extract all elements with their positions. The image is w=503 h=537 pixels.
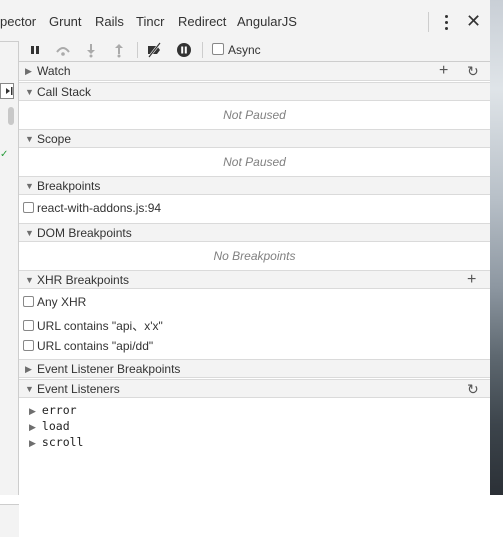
dom-breakpoints-section-header[interactable]: ▼ DOM Breakpoints xyxy=(19,223,490,242)
tab-redirect[interactable]: Redirect xyxy=(178,14,226,29)
breakpoint-location: react-with-addons.js:94 xyxy=(37,201,162,215)
step-over-icon[interactable] xyxy=(55,42,71,58)
call-stack-empty-message: Not Paused xyxy=(223,108,286,122)
scrollbar-thumb[interactable] xyxy=(8,107,14,125)
event-listener-item[interactable]: ▶ error xyxy=(29,403,77,417)
collapse-triangle-icon: ▼ xyxy=(25,134,34,144)
tab-rails[interactable]: Rails xyxy=(95,14,124,29)
collapse-triangle-icon: ▼ xyxy=(25,275,34,285)
scope-empty-message: Not Paused xyxy=(223,155,286,169)
checkmark-icon: ✓ xyxy=(0,149,9,160)
tab-tincr[interactable]: Tincr xyxy=(136,14,164,29)
event-listener-name: error xyxy=(41,403,77,417)
tab-grunt[interactable]: Grunt xyxy=(49,14,82,29)
section-title: Call Stack xyxy=(37,85,92,99)
section-title: Scope xyxy=(37,132,72,146)
tab-inspector[interactable]: pector xyxy=(0,14,36,29)
dom-breakpoints-empty-message: No Breakpoints xyxy=(213,249,296,263)
debugger-toolbar: Async xyxy=(19,38,490,62)
expand-triangle-icon: ▶ xyxy=(25,364,32,374)
section-title: XHR Breakpoints xyxy=(37,273,130,287)
section-title: Event Listeners xyxy=(37,382,120,396)
gutter-footer xyxy=(0,504,19,537)
section-title: DOM Breakpoints xyxy=(37,226,132,240)
devtools-window: pector Grunt Rails Tincr Redirect Angula… xyxy=(0,0,490,537)
xhr-breakpoint-checkbox[interactable] xyxy=(23,320,34,331)
sources-sidebar-edge: ✓ xyxy=(0,42,19,537)
event-listener-name: scroll xyxy=(41,435,84,449)
xhr-breakpoint-label: Any XHR xyxy=(37,295,87,309)
event-listener-item[interactable]: ▶ scroll xyxy=(29,435,83,449)
step-out-icon[interactable] xyxy=(111,42,127,58)
collapse-triangle-icon: ▼ xyxy=(25,384,34,394)
xhr-breakpoint-item[interactable]: URL contains "api、x'x" xyxy=(23,317,163,334)
watch-section-header[interactable]: ▶ Watch + ↻ xyxy=(19,62,490,81)
call-stack-section-header[interactable]: ▼ Call Stack xyxy=(19,82,490,101)
expand-triangle-icon: ▶ xyxy=(29,438,36,448)
step-into-icon[interactable] xyxy=(83,42,99,58)
tab-angularjs[interactable]: AngularJS xyxy=(237,14,297,29)
toggle-navigator-icon[interactable] xyxy=(0,83,14,99)
section-title: Breakpoints xyxy=(37,179,101,193)
xhr-breakpoint-item[interactable]: Any XHR xyxy=(23,295,86,309)
event-listeners-section-header[interactable]: ▼ Event Listeners ↻ xyxy=(19,379,490,398)
expand-triangle-icon: ▶ xyxy=(25,66,32,76)
async-label: Async xyxy=(228,43,261,57)
scope-section-header[interactable]: ▼ Scope xyxy=(19,129,490,148)
more-options-icon[interactable] xyxy=(440,12,454,32)
pause-icon[interactable] xyxy=(27,42,43,58)
section-title: Event Listener Breakpoints xyxy=(37,362,181,376)
refresh-icon[interactable]: ↻ xyxy=(467,62,479,80)
event-listener-name: load xyxy=(41,419,70,433)
xhr-breakpoint-checkbox[interactable] xyxy=(23,340,34,351)
expand-triangle-icon: ▶ xyxy=(29,422,36,432)
xhr-breakpoint-label: URL contains "api/dd" xyxy=(37,339,154,353)
collapse-triangle-icon: ▼ xyxy=(25,87,34,97)
section-title: Watch xyxy=(37,64,71,78)
add-watch-icon[interactable]: + xyxy=(439,62,448,80)
xhr-breakpoint-item[interactable]: URL contains "api/dd" xyxy=(23,339,153,353)
deactivate-breakpoints-icon[interactable] xyxy=(146,42,162,58)
close-icon[interactable]: ✕ xyxy=(466,11,481,31)
panel-tab-bar: pector Grunt Rails Tincr Redirect Angula… xyxy=(0,0,490,42)
refresh-icon[interactable]: ↻ xyxy=(467,380,479,398)
tab-bar-divider xyxy=(428,12,429,32)
add-xhr-breakpoint-icon[interactable]: + xyxy=(467,271,476,289)
expand-triangle-icon: ▶ xyxy=(29,406,36,416)
event-listener-breakpoints-section-header[interactable]: ▶ Event Listener Breakpoints xyxy=(19,359,490,378)
collapse-triangle-icon: ▼ xyxy=(25,228,34,238)
toolbar-divider xyxy=(137,42,138,58)
xhr-breakpoint-label: URL contains "api、x'x" xyxy=(37,319,163,333)
desktop-wallpaper xyxy=(490,0,503,495)
breakpoint-checkbox[interactable] xyxy=(23,202,34,213)
event-listener-item[interactable]: ▶ load xyxy=(29,419,70,433)
toolbar-divider xyxy=(202,42,203,58)
breakpoint-item[interactable]: react-with-addons.js:94 xyxy=(23,201,161,215)
xhr-breakpoints-section-header[interactable]: ▼ XHR Breakpoints + xyxy=(19,270,490,289)
breakpoints-section-header[interactable]: ▼ Breakpoints xyxy=(19,176,490,195)
xhr-breakpoint-checkbox[interactable] xyxy=(23,296,34,307)
collapse-triangle-icon: ▼ xyxy=(25,181,34,191)
async-checkbox[interactable] xyxy=(212,43,224,55)
pause-on-exceptions-icon[interactable] xyxy=(176,42,192,58)
